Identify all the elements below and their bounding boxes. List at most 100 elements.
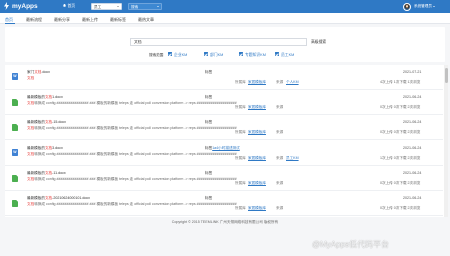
source-value[interactable]: 家居模板库 xyxy=(248,181,266,186)
source-label: 所属库 xyxy=(235,105,246,109)
result-title[interactable]: 家门文档.docx xyxy=(27,70,50,75)
user-menu[interactable]: 系统管理员 xyxy=(414,4,435,9)
tag-field: 标签1a4小时描述测试 xyxy=(205,146,240,151)
result-description-highlight: 文档 xyxy=(27,76,35,80)
tag-value[interactable]: 1a4小时描述测试 xyxy=(212,146,240,150)
source-label: 所属库 xyxy=(235,181,246,185)
result-row[interactable]: 最新模板的文档-20210624000101.docx 标签 2021-06-24 文… xyxy=(5,191,443,216)
origin-label: 来源 xyxy=(276,130,284,134)
tag-field: 标签 xyxy=(205,196,212,201)
result-title-prefix: 最新模板的 xyxy=(27,196,45,200)
user-name: 系统管理员 xyxy=(414,4,432,9)
result-stats: 1次上传 0次下载 2次浏览 xyxy=(380,156,421,160)
result-description: 文档转换成 config ################ ### 模板的新模板… xyxy=(27,152,237,157)
source-value[interactable]: 家居模板库 xyxy=(248,105,266,110)
source-value[interactable]: 家居模板库 xyxy=(248,80,266,85)
result-title[interactable]: 最新模板的文档-20210624000101.docx xyxy=(27,196,90,201)
result-description-text: 转换成 config ################ ### 模板的新模板 t… xyxy=(34,152,237,156)
result-title[interactable]: 最新模板的文档3.docx xyxy=(27,146,63,151)
search-type-select-value: 搜索 xyxy=(131,4,139,9)
origin-label: 来源 xyxy=(276,105,284,109)
result-title-prefix: 最新模板的 xyxy=(27,120,45,124)
scrollbar[interactable] xyxy=(444,65,448,217)
search-input[interactable] xyxy=(130,38,307,46)
result-date: 2021-06-24 xyxy=(403,196,422,200)
tab-bar: 首页 最新流程 最新分享 最新上传 最新标签 最热文章 xyxy=(0,13,450,24)
result-title-suffix: 3.docx xyxy=(52,146,63,150)
tag-label: 标签 xyxy=(205,70,213,74)
tab-latest-process[interactable]: 最新流程 xyxy=(26,17,42,23)
checkbox-label[interactable]: 企业KM xyxy=(174,53,187,58)
result-title-prefix: 最新模板的 xyxy=(27,95,45,99)
result-description-text: 转换成 config ################ ### 模板的新模板 t… xyxy=(34,202,237,206)
myapps-logo-icon xyxy=(4,2,9,10)
checkbox-enterprise-km[interactable] xyxy=(168,52,172,57)
tab-latest-upload[interactable]: 最新上传 xyxy=(82,17,98,23)
result-date: 2021-06-24 xyxy=(403,120,422,124)
result-stats: 0次上传 0次下载 2次浏览 xyxy=(380,206,421,210)
scrollbar-thumb[interactable] xyxy=(444,68,448,83)
result-description: 文档转换成 config ################ ### 模板的新模板… xyxy=(27,202,237,207)
text-file-icon xyxy=(12,124,18,131)
checkbox-employee-km[interactable] xyxy=(275,52,279,57)
tab-latest-share[interactable]: 最新分享 xyxy=(54,17,70,23)
result-date: 2021-07-21 xyxy=(403,70,422,74)
tag-label: 标签 xyxy=(205,95,213,99)
app-title[interactable]: myApps xyxy=(12,3,38,10)
scope-select-value: 员工 xyxy=(94,4,102,9)
tag-label: 标签 xyxy=(205,120,213,124)
origin-label: 来源 xyxy=(276,80,284,84)
search-type-select[interactable]: 搜索 xyxy=(128,2,162,10)
checkbox-label[interactable]: 部门KM xyxy=(210,53,223,58)
origin-label: 来源 xyxy=(276,181,284,185)
result-description-text: 转换成 config ################ ### 模板的新模板 t… xyxy=(34,126,237,130)
result-row[interactable]: 最新模板的文档1.docx 标签 2021-06-24 文档转换成 config ##… xyxy=(5,90,443,115)
scope-select[interactable]: 员工 xyxy=(91,2,122,10)
nav-home-button[interactable]: 首页 xyxy=(63,4,75,9)
result-title-suffix: -15.docx xyxy=(52,120,66,124)
result-title[interactable]: 最新模板的文档1.docx xyxy=(27,95,63,100)
result-title[interactable]: 最新模板的文档-15.docx xyxy=(27,120,66,125)
source-label: 所属库 xyxy=(235,80,246,84)
result-date: 2021-06-24 xyxy=(403,171,422,175)
search-results-list: 家门文档.docx标签2021-07-21文档所属库家居模板库来源个人KM4次上… xyxy=(5,65,445,217)
avatar[interactable] xyxy=(403,2,411,11)
result-row[interactable]: 最新模板的文档3.docx 标签1a4小时描述测试 2021-06-24 文档转换成 … xyxy=(5,141,443,166)
source-label: 所属库 xyxy=(235,206,246,210)
source-value[interactable]: 家居模板库 xyxy=(248,206,266,211)
result-row[interactable]: 最新模板的文档-15.docx 标签 2021-06-24 文档转换成 config … xyxy=(5,115,443,140)
origin-value[interactable]: 个人KM xyxy=(286,80,299,85)
tab-latest-tags[interactable]: 最新标签 xyxy=(110,17,126,23)
tab-hot-articles[interactable]: 最热文章 xyxy=(138,17,154,23)
chevron-down-icon xyxy=(432,5,435,7)
result-row[interactable]: 最新模板的文档-15-20210624095117.docx标签2021-06-… xyxy=(5,216,443,217)
tag-field: 标签 xyxy=(205,95,212,100)
tag-label: 标签 xyxy=(205,171,213,175)
checkbox-topic-km[interactable] xyxy=(239,52,243,57)
result-date: 2021-06-24 xyxy=(403,95,422,99)
result-description-text: 转换成 config ################ ### 模板的新模板 t… xyxy=(34,101,237,105)
source-value[interactable]: 家居模板库 xyxy=(248,156,266,161)
word-file-icon xyxy=(12,73,18,80)
result-date: 2021-06-24 xyxy=(403,146,422,150)
origin-value[interactable]: 员工KM xyxy=(286,156,299,161)
result-row[interactable]: 家门文档.docx 标签 2021-07-21 文档所属库家居模板库 来源个人KM 4次上… xyxy=(5,65,443,90)
search-scope-filters: 搜索范围 企业KM 部门KM 专题知识KM 员工KM xyxy=(149,52,349,58)
watermark: @MyApps低代码平台 xyxy=(312,240,390,249)
text-file-icon xyxy=(12,99,18,106)
word-file-icon xyxy=(12,149,18,156)
result-description: 文档转换成 config ################ ### 模板的新模板… xyxy=(27,126,237,131)
result-description: 文档转换成 config ################ ### 模板的新模板… xyxy=(27,177,237,182)
checkbox-label[interactable]: 员工KM xyxy=(281,53,294,58)
checkbox-label[interactable]: 专题知识KM xyxy=(245,53,266,58)
checkbox-department-km[interactable] xyxy=(204,52,208,57)
chevron-down-icon xyxy=(117,6,119,7)
result-stats: 4次上传 1次下载 1次浏览 xyxy=(380,80,421,84)
origin-label: 来源 xyxy=(276,206,284,210)
source-value[interactable]: 家居模板库 xyxy=(248,130,266,135)
origin-label: 来源 xyxy=(276,156,284,160)
result-row[interactable]: 最新模板的文档-11.docx 标签 2021-06-24 文档转换成 config … xyxy=(5,166,443,191)
result-title[interactable]: 最新模板的文档-11.docx xyxy=(27,171,66,176)
result-title-prefix: 最新模板的 xyxy=(27,146,45,150)
advanced-search-button[interactable]: 高级搜索 xyxy=(311,40,326,45)
